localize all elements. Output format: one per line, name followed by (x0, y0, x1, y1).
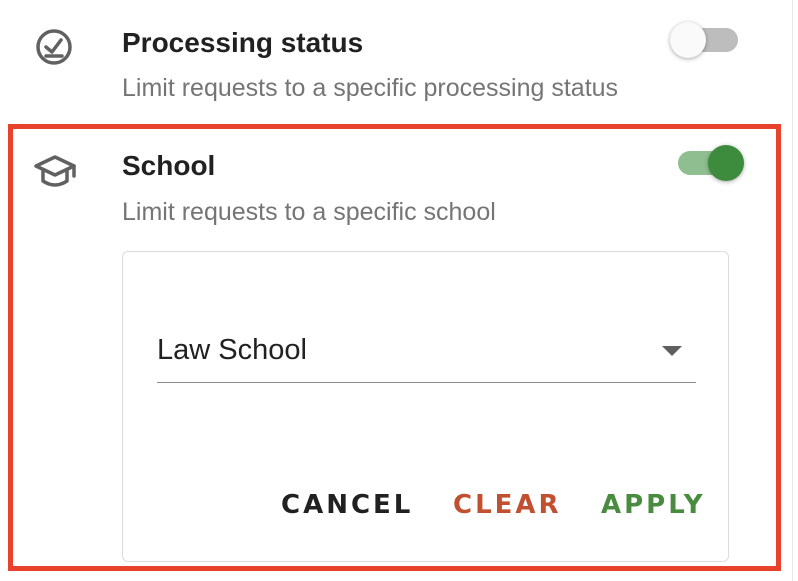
filter-title-processing-status: Processing status (122, 27, 364, 58)
school-toggle[interactable] (672, 142, 744, 182)
processing-status-toggle[interactable] (670, 19, 740, 59)
school-filter-card: Law School CANCEL CLEAR APPLY (122, 251, 729, 562)
filter-title-school: School (122, 150, 216, 181)
filter-row-processing-status: Processing status Limit requests to a sp… (0, 0, 798, 124)
filter-subtitle-processing-status: Limit requests to a specific processing … (122, 74, 619, 102)
toggle-thumb (708, 145, 744, 181)
filter-subtitle-school: Limit requests to a specific school (122, 198, 496, 226)
school-select[interactable]: Law School (157, 324, 696, 383)
check-circle-icon (34, 27, 74, 72)
graduation-cap-icon (33, 152, 77, 197)
apply-button[interactable]: APPLY (601, 492, 706, 518)
dropdown-arrow-icon[interactable] (662, 346, 682, 356)
clear-button[interactable]: CLEAR (453, 492, 562, 518)
cancel-button[interactable]: CANCEL (281, 492, 413, 518)
school-select-value: Law School (157, 334, 307, 366)
toggle-thumb (670, 22, 706, 58)
